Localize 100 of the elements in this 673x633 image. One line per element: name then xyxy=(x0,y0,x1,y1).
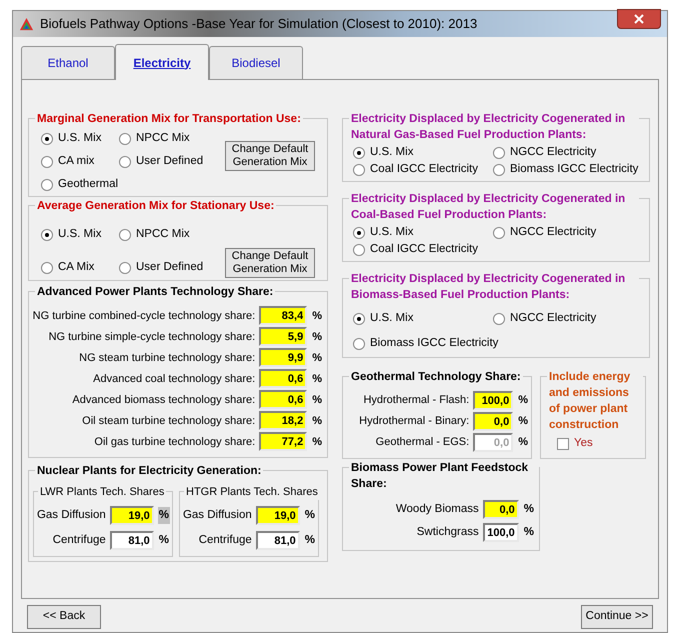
field-label: Centrifuge xyxy=(52,533,106,548)
radio-button[interactable] xyxy=(493,312,505,324)
radio-button[interactable] xyxy=(353,164,365,176)
radio-label: NGCC Electricity xyxy=(510,311,596,326)
percent-unit: % xyxy=(311,392,323,408)
field-label: Oil gas turbine technology share: xyxy=(94,434,256,450)
radio-label: User Defined xyxy=(136,260,204,276)
tab[interactable]: Ethanol xyxy=(21,46,115,79)
field-label: Geothermal - EGS: xyxy=(376,435,470,450)
input-field[interactable]: 0,6 xyxy=(259,369,308,388)
radio-button[interactable] xyxy=(41,132,53,144)
back-button[interactable]: << Back xyxy=(27,605,101,629)
radio-label: U.S. Mix xyxy=(370,311,414,326)
radio-label: Coal IGCC Electricity xyxy=(370,242,478,257)
continue-button[interactable]: Continue >> xyxy=(581,605,653,629)
radio-label: NGCC Electricity xyxy=(510,145,596,160)
input-field[interactable]: 19,0 xyxy=(256,506,300,526)
input-field[interactable]: 9,9 xyxy=(259,348,308,368)
percent-unit: % xyxy=(304,533,316,548)
radio-button[interactable] xyxy=(353,312,365,324)
radio-button[interactable] xyxy=(353,244,365,256)
percent-unit: % xyxy=(311,308,323,324)
radio-label: User Defined xyxy=(136,154,204,169)
radio-label: NGCC Electricity xyxy=(510,225,596,240)
radio-label: CA mix xyxy=(58,154,94,169)
input-field[interactable]: 100,0 xyxy=(473,391,514,410)
percent-unit: % xyxy=(517,414,529,430)
input-field[interactable]: 100,0 xyxy=(482,523,519,542)
percent-unit: % xyxy=(311,350,323,366)
radio-label: NPCC Mix xyxy=(136,227,190,242)
field-label: Woody Biomass xyxy=(396,502,479,517)
input-field[interactable]: 81,0 xyxy=(256,531,300,550)
field-label: Advanced coal technology share: xyxy=(93,372,256,386)
field-label: NG turbine simple-cycle technology share: xyxy=(48,330,256,344)
field-label: Hydrothermal - Binary: xyxy=(359,414,470,430)
radio-label: Biomass IGCC Electricity xyxy=(370,336,498,351)
percent-unit: % xyxy=(304,508,316,524)
radio-label: Coal IGCC Electricity xyxy=(370,162,478,177)
radio-button[interactable] xyxy=(119,132,131,144)
radio-button[interactable] xyxy=(41,228,53,241)
radio-label: U.S. Mix xyxy=(370,145,414,160)
field-label: NG steam turbine technology share: xyxy=(79,350,256,366)
input-field[interactable]: 5,9 xyxy=(259,327,308,346)
radio-button[interactable] xyxy=(493,164,505,176)
group-title: Advanced Power Plants Technology Share: xyxy=(35,284,276,300)
input-field[interactable]: 81,0 xyxy=(110,531,154,550)
group-title: Marginal Generation Mix for Transportation Use: xyxy=(35,111,303,127)
input-field[interactable]: 18,2 xyxy=(259,411,308,430)
radio-button[interactable] xyxy=(493,226,505,238)
percent-unit: % xyxy=(522,502,535,517)
field-label: NG turbine combined-cycle technology share: xyxy=(32,308,256,324)
percent-unit: % xyxy=(517,435,529,450)
radio-button[interactable] xyxy=(353,226,365,238)
radio-button[interactable] xyxy=(41,156,53,168)
group-title: Average Generation Mix for Stationary Use: xyxy=(35,198,276,214)
percent-unit: % xyxy=(517,393,529,408)
tab[interactable]: Electricity xyxy=(115,44,209,80)
input-field[interactable]: 0,0 xyxy=(482,500,519,519)
radio-label: U.S. Mix xyxy=(58,131,102,146)
radio-label: Geothermal xyxy=(58,177,118,192)
group-title: Geothermal Technology Share: xyxy=(349,369,523,385)
group-title: Nuclear Plants for Electricity Generation: xyxy=(35,463,264,480)
input-field[interactable]: 77,2 xyxy=(259,432,308,452)
radio-button[interactable] xyxy=(493,146,505,158)
window-title: Biofuels Pathway Options -Base Year for Simulation (Closest to 2010): 2013 xyxy=(40,15,478,34)
radio-button[interactable] xyxy=(119,262,131,274)
change-mix-button[interactable]: Change Default Generation Mix xyxy=(225,141,315,171)
radio-button[interactable] xyxy=(353,338,365,350)
input-field[interactable]: 0,0 xyxy=(473,412,514,431)
input-field[interactable]: 0,6 xyxy=(259,390,308,410)
radio-label: Biomass IGCC Electricity xyxy=(510,162,638,177)
radio-label: U.S. Mix xyxy=(370,225,414,240)
radio-button[interactable] xyxy=(41,178,53,190)
change-mix-button[interactable]: Change Default Generation Mix xyxy=(225,248,315,278)
checkbox-option[interactable]: Yes xyxy=(541,433,645,454)
close-icon xyxy=(634,14,644,24)
radio-label: CA Mix xyxy=(58,260,94,276)
app-logo-icon xyxy=(19,16,34,32)
field-label: Advanced biomass technology share: xyxy=(72,392,256,408)
field-label: Gas Diffusion xyxy=(182,508,252,524)
percent-unit: % xyxy=(311,372,323,386)
field-label: Centrifuge xyxy=(198,533,252,548)
percent-unit: % xyxy=(522,524,535,540)
tab[interactable]: Biodiesel xyxy=(209,46,303,79)
radio-button[interactable] xyxy=(119,156,131,168)
percent-unit: % xyxy=(311,434,323,450)
percent-unit: % xyxy=(158,507,170,524)
input-field[interactable]: 19,0 xyxy=(110,506,154,526)
close-button[interactable] xyxy=(617,9,661,29)
field-label: Swtichgrass xyxy=(416,524,479,540)
radio-button[interactable] xyxy=(353,146,365,158)
radio-label: NPCC Mix xyxy=(136,131,190,146)
input-field[interactable]: 83,4 xyxy=(259,306,308,326)
radio-button[interactable] xyxy=(41,262,53,274)
radio-button[interactable] xyxy=(119,228,131,241)
field-label: Gas Diffusion xyxy=(36,508,106,524)
field-label: Hydrothermal - Flash: xyxy=(363,393,470,408)
group-title: HTGR Plants Tech. Shares xyxy=(184,484,320,500)
percent-unit: % xyxy=(158,533,170,548)
field-label: Oil steam turbine technology share: xyxy=(82,414,256,428)
